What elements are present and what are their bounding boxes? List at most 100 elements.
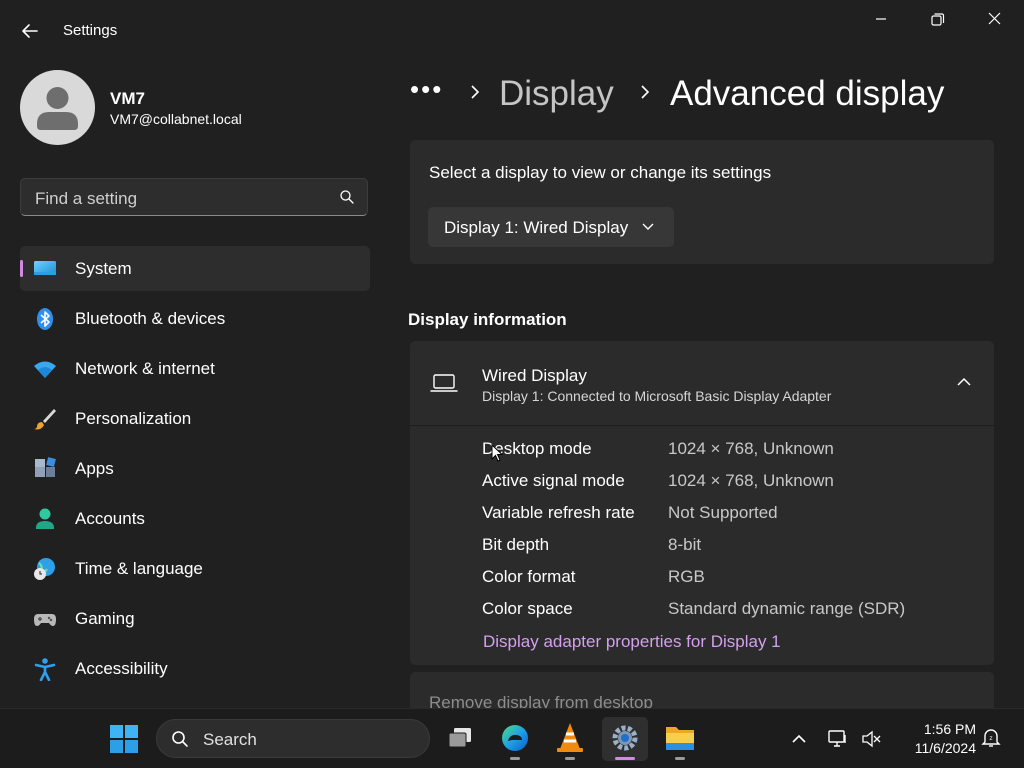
display-information-card: Wired Display Display 1: Connected to Mi…: [410, 341, 994, 665]
file-explorer-folder-icon: [666, 727, 694, 750]
sidebar-item-label: Apps: [75, 459, 114, 478]
display-information-header[interactable]: Wired Display Display 1: Connected to Mi…: [410, 341, 994, 426]
edge-browser-icon: [502, 725, 528, 751]
info-row-label: Variable refresh rate: [482, 503, 635, 522]
chevron-up-icon[interactable]: [955, 375, 973, 389]
speaker-muted-icon[interactable]: [860, 729, 882, 749]
task-view-icon: [448, 728, 471, 748]
avatar[interactable]: [20, 70, 95, 145]
display-information-heading: Display information: [408, 310, 567, 329]
sidebar-item-label: Time & language: [75, 559, 203, 578]
minimize-icon: [876, 18, 886, 20]
select-display-card: Select a display to view or change its s…: [410, 140, 994, 264]
display-info-list: Desktop mode 1024 × 768, Unknown Active …: [482, 439, 982, 631]
sidebar-item-label: Accessibility: [75, 659, 168, 678]
chevron-right-icon: [641, 85, 650, 99]
display-name: Wired Display: [482, 366, 587, 385]
page-title: Advanced display: [670, 74, 945, 113]
gamepad-icon: [34, 614, 56, 626]
info-row-label: Color format: [482, 567, 576, 586]
title-bar: Settings: [0, 0, 1024, 60]
settings-gear-icon: [612, 725, 638, 751]
taskbar: Search 1:56 PM 11/6/2024 z: [0, 708, 1024, 768]
sidebar-item-accessibility[interactable]: Accessibility: [20, 646, 370, 691]
display-select-dropdown[interactable]: Display 1: Wired Display: [428, 207, 674, 247]
globe-clock-icon: [34, 558, 55, 580]
info-row-label: Active signal mode: [482, 471, 625, 490]
info-row-value: 8-bit: [668, 535, 702, 554]
close-icon: [988, 12, 1001, 25]
sidebar-item-label: Bluetooth & devices: [75, 309, 226, 328]
system-monitor-icon: [34, 261, 56, 275]
info-row-label: Color space: [482, 599, 573, 618]
chevron-down-icon: [642, 223, 654, 230]
back-button[interactable]: [18, 20, 42, 42]
display-connection-info: Display 1: Connected to Microsoft Basic …: [482, 388, 832, 404]
apps-grid-icon: [35, 457, 56, 477]
info-row-value: RGB: [668, 567, 705, 586]
sidebar-item-label: Accounts: [75, 509, 145, 528]
bluetooth-icon: [37, 308, 53, 330]
close-button[interactable]: [971, 8, 1017, 32]
svg-text:z: z: [989, 735, 992, 742]
info-row-value: 1024 × 768, Unknown: [668, 439, 834, 458]
sidebar-item-apps[interactable]: Apps: [20, 446, 370, 491]
sidebar-item-label: Gaming: [75, 609, 135, 628]
find-setting-input[interactable]: [33, 187, 327, 211]
remove-display-card[interactable]: Remove display from desktop: [410, 672, 994, 712]
sidebar-item-label: Personalization: [75, 409, 192, 428]
info-row-color-space: Color space Standard dynamic range (SDR): [482, 599, 982, 631]
network-monitor-icon[interactable]: [827, 729, 849, 749]
info-row-value: Not Supported: [668, 503, 778, 522]
running-indicator: [510, 757, 520, 760]
select-display-label: Select a display to view or change its s…: [429, 163, 772, 182]
search-icon[interactable]: [339, 189, 355, 205]
search-icon: [172, 731, 188, 747]
chevron-right-icon: [471, 85, 480, 99]
taskbar-file-explorer-button[interactable]: [657, 717, 703, 761]
info-row-value: Standard dynamic range (SDR): [668, 599, 906, 618]
sidebar-item-gaming[interactable]: Gaming: [20, 596, 370, 641]
sidebar-nav: System Bluetooth & devices Network & int…: [20, 246, 370, 696]
sidebar-item-label: Network & internet: [75, 359, 215, 378]
taskbar-settings-button[interactable]: [602, 717, 648, 761]
sidebar-item-accounts[interactable]: Accounts: [20, 496, 370, 541]
sidebar-item-personalization[interactable]: Personalization: [20, 396, 370, 441]
account-person-icon: [36, 508, 54, 529]
task-view-button[interactable]: [438, 717, 484, 761]
taskbar-clock[interactable]: 1:56 PM 11/6/2024: [892, 720, 976, 758]
mouse-pointer-icon: [491, 444, 503, 462]
arrow-left-icon: [22, 24, 38, 38]
info-row-active-signal-mode: Active signal mode 1024 × 768, Unknown: [482, 471, 982, 503]
notification-bell-icon[interactable]: z: [980, 727, 1002, 749]
running-indicator: [565, 757, 575, 760]
user-name: VM7: [110, 89, 145, 108]
app-title: Settings: [63, 22, 118, 39]
wifi-icon: [34, 361, 56, 378]
display-adapter-properties-link[interactable]: Display adapter properties for Display 1: [483, 632, 781, 652]
accessibility-person-icon: [34, 658, 56, 681]
start-button[interactable]: [101, 717, 147, 761]
breadcrumb-display-link[interactable]: Display: [499, 74, 614, 114]
taskbar-edge-button[interactable]: [492, 717, 538, 761]
sidebar-item-network[interactable]: Network & internet: [20, 346, 370, 391]
info-row-label: Bit depth: [482, 535, 550, 554]
minimize-button[interactable]: [858, 8, 904, 32]
active-app-indicator: [615, 757, 635, 760]
running-indicator: [675, 757, 685, 760]
user-avatar-icon: [37, 87, 78, 130]
taskbar-search-box[interactable]: Search: [156, 719, 430, 758]
taskbar-vlc-button[interactable]: [547, 717, 593, 761]
sidebar-item-label: System: [75, 259, 132, 278]
chevron-up-icon[interactable]: [788, 729, 810, 749]
sidebar-item-time-language[interactable]: Time & language: [20, 546, 370, 591]
user-email: VM7@collabnet.local: [110, 111, 242, 127]
sidebar-item-system[interactable]: System: [20, 246, 370, 291]
clock-time: 1:56 PM: [923, 721, 976, 737]
info-row-value: 1024 × 768, Unknown: [668, 471, 834, 490]
sidebar-item-bluetooth[interactable]: Bluetooth & devices: [20, 296, 370, 341]
breadcrumb-overflow-button[interactable]: •••: [410, 74, 443, 105]
clock-date: 11/6/2024: [914, 740, 976, 756]
find-setting-search-box[interactable]: [20, 178, 368, 216]
restore-button[interactable]: [914, 8, 960, 32]
